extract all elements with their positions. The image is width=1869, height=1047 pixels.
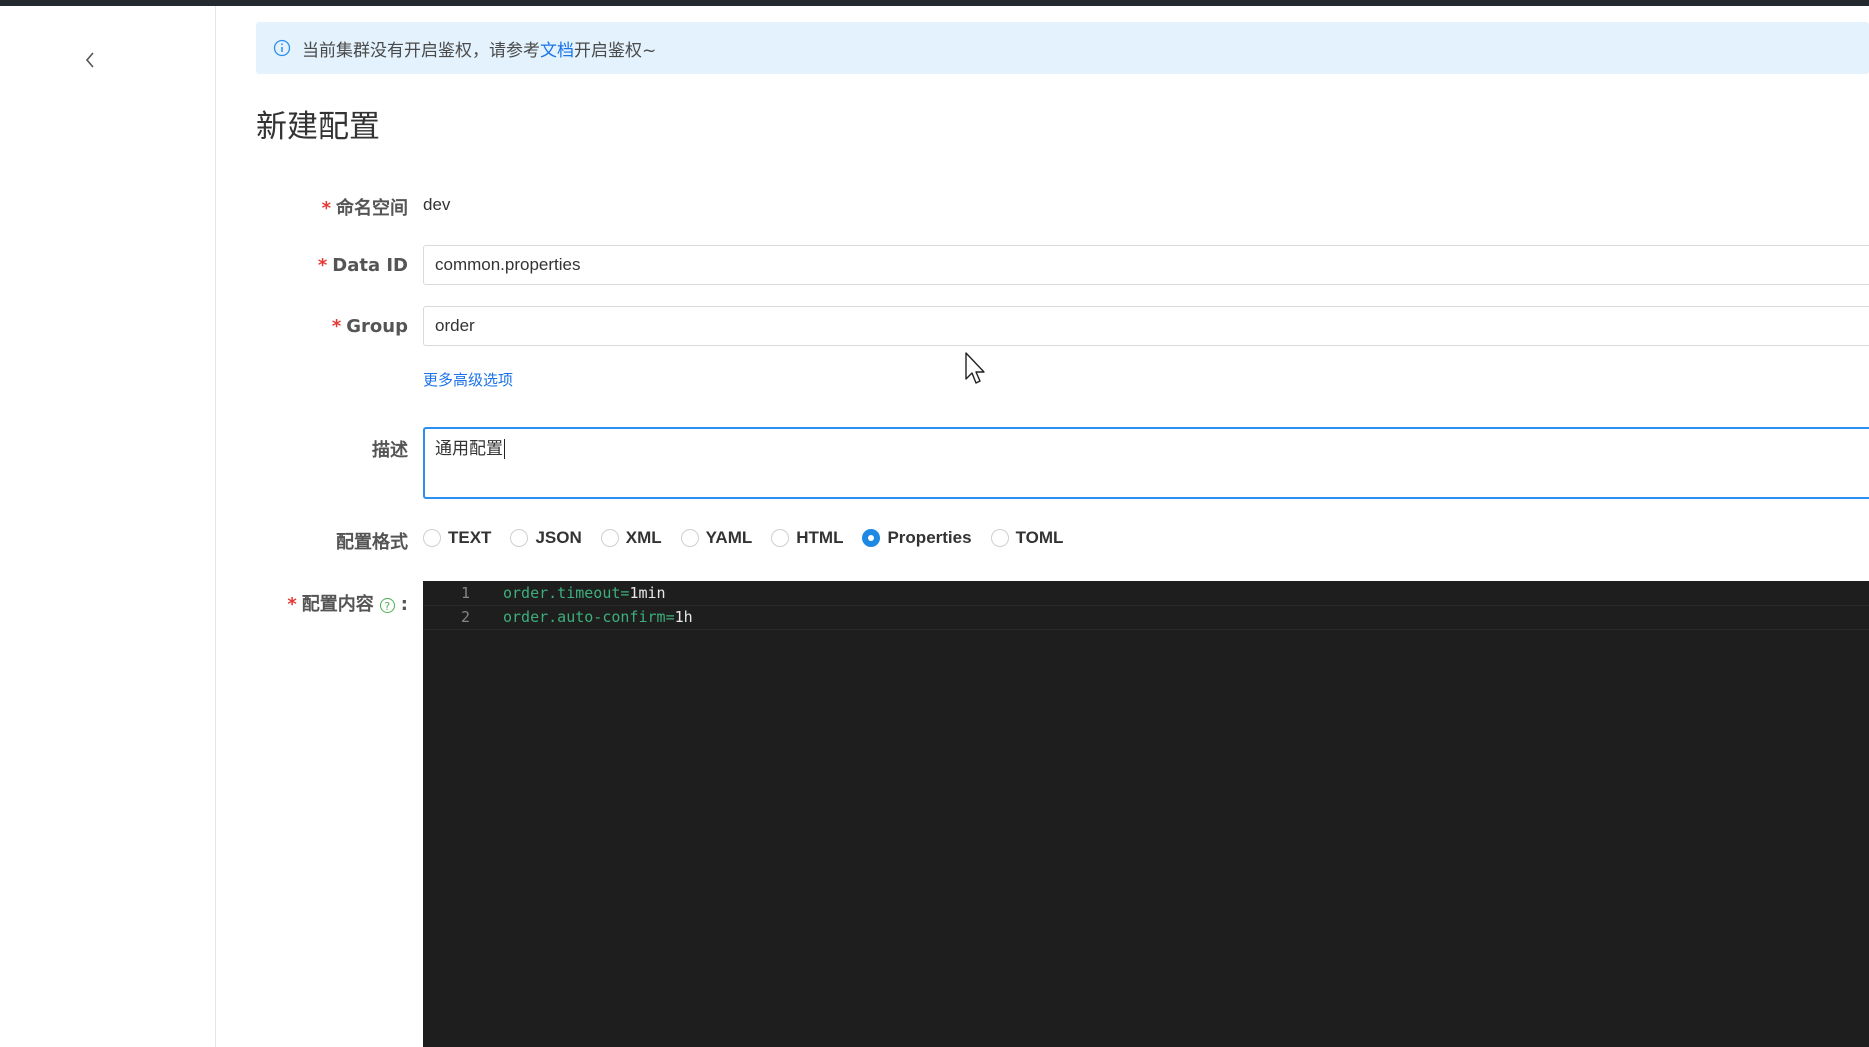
chevron-left-icon bbox=[85, 52, 94, 68]
radio-circle-icon bbox=[600, 529, 619, 547]
format-radio-properties[interactable]: Properties bbox=[862, 528, 972, 548]
info-icon bbox=[273, 39, 291, 57]
radio-label: HTML bbox=[796, 528, 844, 547]
namespace-value: dev bbox=[423, 195, 451, 214]
page-title: 新建配置 bbox=[256, 109, 380, 145]
text-caret bbox=[504, 439, 505, 459]
group-label: * Group bbox=[331, 316, 408, 337]
namespace-label: * 命名空间 bbox=[321, 198, 408, 219]
more-advanced-options-link[interactable]: 更多高级选项 bbox=[423, 369, 513, 390]
radio-circle-icon bbox=[510, 529, 529, 547]
format-radio-json[interactable]: JSON bbox=[510, 528, 582, 548]
required-mark: * bbox=[317, 255, 328, 276]
back-button[interactable] bbox=[80, 46, 100, 74]
radio-circle-icon bbox=[990, 529, 1009, 547]
code-key: order.timeout bbox=[503, 584, 621, 602]
main-content: 当前集群没有开启鉴权，请参考 文档 开启鉴权~ 新建配置 * 命名空间 dev * Da… bbox=[216, 6, 1869, 1047]
content-label: * 配置内容?: bbox=[287, 594, 408, 615]
description-textarea[interactable]: 通用配置 bbox=[423, 427, 1869, 499]
code-line: 1 order.timeout = 1min bbox=[423, 581, 1869, 606]
line-number: 2 bbox=[460, 608, 470, 626]
docs-link[interactable]: 文档 bbox=[540, 36, 574, 61]
radio-circle-icon bbox=[771, 529, 790, 547]
radio-label: TEXT bbox=[448, 528, 492, 547]
required-mark: * bbox=[321, 198, 331, 219]
format-label: 配置格式 bbox=[336, 532, 408, 553]
format-radio-html[interactable]: HTML bbox=[771, 528, 843, 548]
description-label: 描述 bbox=[372, 440, 408, 461]
format-radio-toml[interactable]: TOML bbox=[990, 528, 1064, 548]
alert-text-suffix: 开启鉴权~ bbox=[574, 40, 657, 61]
format-radio-group: TEXT JSON XML YAML HTML Properties TOML bbox=[423, 526, 1082, 550]
alert-text: 当前集群没有开启鉴权，请参考 bbox=[302, 40, 540, 61]
sidebar bbox=[0, 6, 216, 1047]
radio-circle-icon bbox=[423, 529, 441, 547]
auth-alert: 当前集群没有开启鉴权，请参考 文档 开启鉴权~ bbox=[256, 22, 1869, 74]
required-mark: * bbox=[331, 316, 342, 337]
radio-label: TOML bbox=[1015, 528, 1064, 547]
radio-label: XML bbox=[625, 528, 662, 547]
format-radio-xml[interactable]: XML bbox=[600, 528, 662, 548]
format-radio-yaml[interactable]: YAML bbox=[680, 528, 753, 548]
line-number: 1 bbox=[460, 584, 470, 602]
code-editor[interactable]: 1 order.timeout = 1min 2 order.auto-confirm = 1… bbox=[423, 581, 1869, 1047]
code-line: 2 order.auto-confirm = 1h bbox=[423, 605, 1869, 630]
radio-label: Properties bbox=[887, 528, 972, 547]
group-input[interactable]: order bbox=[423, 306, 1869, 346]
radio-circle-icon bbox=[862, 529, 881, 547]
data-id-input[interactable]: common.properties bbox=[423, 245, 1869, 285]
required-mark: * bbox=[287, 594, 297, 615]
code-value: 1h bbox=[674, 608, 693, 626]
radio-label: YAML bbox=[705, 528, 753, 547]
code-key: order.auto-confirm bbox=[503, 608, 666, 626]
radio-circle-icon bbox=[680, 529, 699, 547]
data-id-label: * Data ID bbox=[317, 255, 408, 276]
code-equals: = bbox=[665, 608, 675, 626]
question-circle-icon[interactable]: ? bbox=[379, 597, 395, 613]
code-equals: = bbox=[620, 584, 630, 602]
format-radio-text[interactable]: TEXT bbox=[423, 528, 491, 548]
code-value: 1min bbox=[629, 584, 666, 602]
radio-label: JSON bbox=[535, 528, 582, 547]
